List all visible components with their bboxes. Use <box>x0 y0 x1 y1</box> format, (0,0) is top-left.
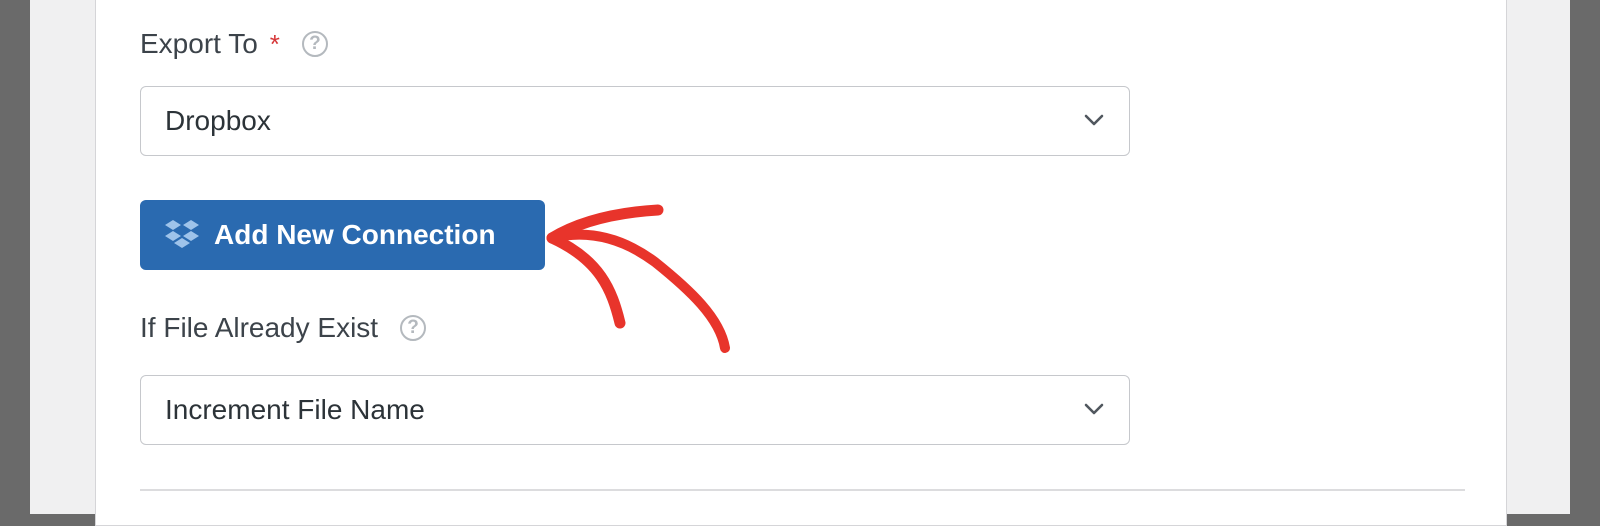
if-file-exists-label-row: If File Already Exist ? <box>140 312 427 344</box>
add-new-connection-button[interactable]: Add New Connection <box>140 200 545 270</box>
required-asterisk: * <box>269 28 280 59</box>
export-to-label: Export To <box>140 28 258 59</box>
if-file-exists-select[interactable]: Increment File Name <box>140 375 1130 445</box>
section-divider <box>140 489 1465 491</box>
question-circle-icon[interactable]: ? <box>400 315 427 341</box>
export-to-select[interactable]: Dropbox <box>140 86 1130 156</box>
question-circle-icon[interactable]: ? <box>301 31 328 57</box>
annotation-arrow <box>546 204 730 353</box>
export-to-selected-value: Dropbox <box>165 105 271 136</box>
dropbox-icon <box>165 220 199 248</box>
chevron-down-icon <box>1084 403 1104 415</box>
if-file-exists-selected-value: Increment File Name <box>165 394 425 425</box>
add-new-connection-label: Add New Connection <box>214 219 496 250</box>
if-file-exists-label: If File Already Exist <box>140 312 379 343</box>
chevron-down-icon <box>1084 114 1104 126</box>
export-to-label-row: Export To * ? <box>140 28 328 60</box>
